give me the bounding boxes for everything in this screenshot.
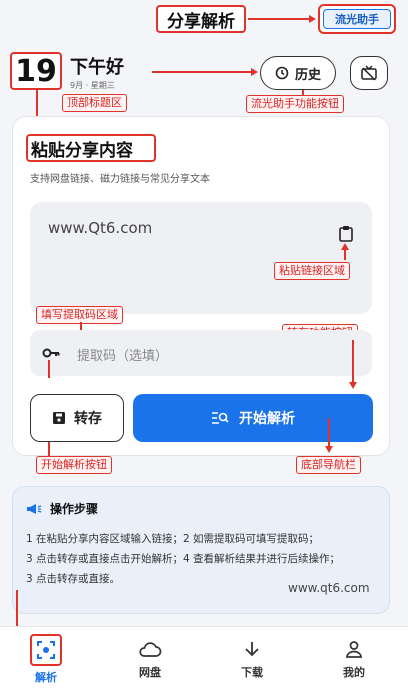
step-line-3: 3 点击转存或直接。 — [26, 573, 121, 585]
cloud-icon — [139, 641, 162, 657]
nav-item-parse[interactable]: 解析 — [16, 626, 76, 693]
megaphone-icon — [27, 504, 42, 514]
annotation-arrow — [251, 68, 258, 76]
brand-tag-label: 流光助手 — [323, 9, 391, 29]
watermark: www.qt6.com — [288, 581, 370, 595]
nav-item-cloud[interactable]: 网盘 — [120, 626, 180, 693]
nav-label-cloud: 网盘 — [139, 665, 161, 679]
nav-label-download: 下载 — [241, 665, 263, 679]
history-label: 历史 — [294, 67, 321, 83]
annotation-line — [248, 18, 310, 20]
history-button[interactable]: 历史 — [260, 56, 336, 90]
screen-off-button[interactable] — [350, 56, 388, 90]
step-line-1: 1 在粘贴分享内容区域输入链接；2 如需提取码可填写提取码； — [26, 533, 320, 545]
card-subtitle: 支持网盘链接、磁力链接与常见分享文本 — [30, 174, 210, 185]
annotation-arrow — [325, 446, 333, 453]
tag-top-title-area: 顶部标题区 — [62, 94, 127, 112]
key-icon — [42, 348, 60, 358]
brand-tag[interactable]: 流光助手 — [318, 4, 396, 34]
extract-code-input[interactable]: 提取码（选填） — [77, 345, 168, 364]
page-title-annotation: 分享解析 — [156, 5, 246, 33]
link-input[interactable]: www.Qt6.com — [48, 219, 152, 237]
tv-off-icon — [361, 65, 377, 81]
step-line-2: 3 点击转存或直接点击开始解析；4 查看解析结果并进行后续操作； — [26, 553, 341, 565]
scan-icon — [30, 634, 62, 666]
annotation-line — [36, 90, 38, 98]
steps-title: 操作步骤 — [50, 502, 99, 516]
sub-date: 9月 · 星期三 — [70, 81, 115, 90]
date-day-number: 19 — [15, 53, 57, 89]
nav-item-profile[interactable]: 我的 — [324, 626, 384, 693]
greeting: 下午好 — [70, 57, 124, 78]
date-day: 19 — [10, 52, 62, 90]
save-button[interactable]: 转存 — [30, 394, 124, 442]
nav-label-parse: 解析 — [35, 671, 57, 684]
search-list-icon — [212, 412, 229, 424]
tag-paste-link-area: 粘贴链接区域 — [274, 262, 350, 280]
tag-start-parse-button: 开始解析按钮 — [36, 456, 112, 474]
annotation-line — [48, 360, 50, 378]
card-title-text: 粘贴分享内容 — [31, 140, 133, 161]
annotation-line — [16, 590, 18, 630]
save-icon — [53, 412, 65, 424]
save-label: 转存 — [74, 411, 102, 427]
card-title: 粘贴分享内容 — [26, 134, 156, 162]
download-icon — [245, 641, 259, 656]
tag-bottom-nav: 底部导航栏 — [296, 456, 361, 474]
nav-item-download[interactable]: 下载 — [222, 626, 282, 693]
annotation-arrow — [341, 243, 349, 250]
clipboard-icon[interactable] — [339, 225, 353, 242]
annotation-line — [152, 71, 252, 73]
history-icon — [275, 66, 289, 80]
annotation-line — [48, 442, 50, 456]
nav-label-profile: 我的 — [343, 665, 365, 679]
user-icon — [346, 640, 362, 658]
start-parse-button[interactable]: 开始解析 — [133, 394, 373, 442]
annotation-line — [352, 340, 354, 384]
tag-feature-buttons: 流光助手功能按钮 — [246, 95, 344, 113]
page-title: 分享解析 — [167, 11, 235, 32]
annotation-arrow — [349, 382, 357, 389]
parse-label: 开始解析 — [239, 411, 295, 427]
annotation-line — [328, 418, 330, 448]
annotation-arrow — [309, 15, 316, 23]
